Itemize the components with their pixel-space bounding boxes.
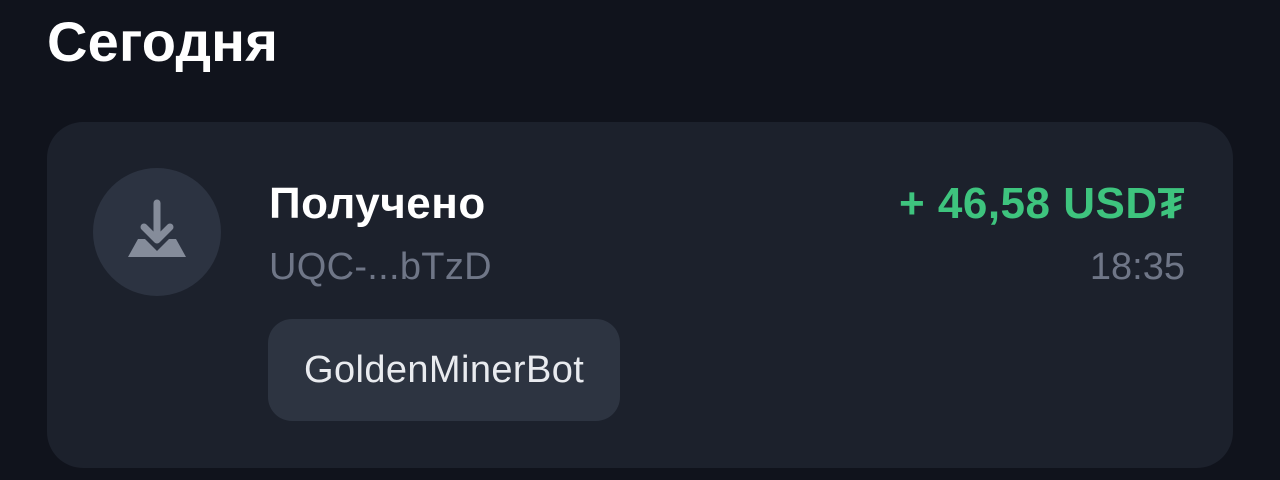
transaction-card[interactable]: Получено UQC-...bTzD + 46,58 USD₮ 18:35 … bbox=[47, 122, 1233, 468]
download-arrow-icon bbox=[128, 199, 186, 257]
transaction-address: UQC-...bTzD bbox=[269, 246, 492, 288]
received-icon-circle bbox=[93, 168, 221, 296]
transaction-amount: + 46,58 USD₮ bbox=[898, 179, 1185, 228]
section-date-heading: Сегодня bbox=[47, 10, 279, 73]
transaction-tag-chip[interactable]: GoldenMinerBot bbox=[268, 319, 621, 421]
transaction-type: Получено bbox=[269, 179, 486, 228]
transaction-tag-label: GoldenMinerBot bbox=[304, 348, 585, 391]
transaction-time: 18:35 bbox=[1089, 246, 1185, 288]
